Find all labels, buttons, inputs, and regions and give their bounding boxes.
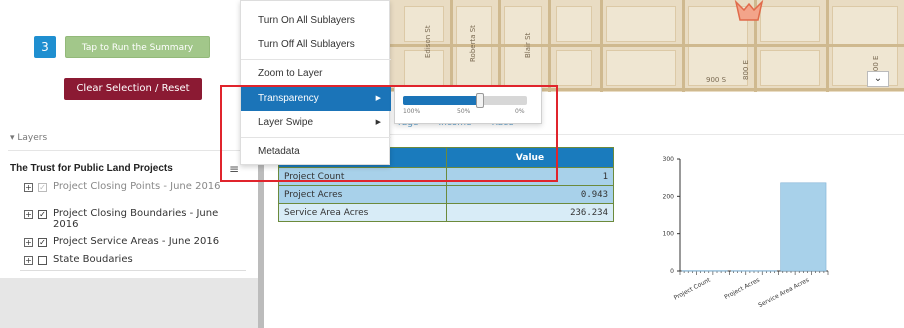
layer-label: Project Service Areas - June 2016 — [53, 236, 220, 247]
summary-bar-chart: 0 100 200 300 Project Count Project AcresServ… — [663, 156, 829, 310]
left-panel-footer — [0, 278, 258, 328]
row-label: Project Acres — [278, 185, 447, 204]
map-block — [606, 50, 676, 86]
menu-item-turn-off-sublayers[interactable]: Turn Off All Sublayers — [241, 33, 391, 57]
bar — [681, 270, 728, 272]
map-block — [760, 50, 820, 86]
category-label: Project Count — [673, 276, 712, 301]
layer-group-title: The Trust for Public Land Projects — [10, 163, 173, 174]
map-block — [556, 6, 592, 42]
bar — [780, 182, 827, 272]
layer-checkbox[interactable]: ✓ — [38, 238, 47, 247]
menu-item-turn-on-sublayers[interactable]: Turn On All Sublayers — [241, 9, 391, 33]
map-block — [760, 6, 820, 42]
map-block — [606, 6, 676, 42]
layer-label: Project Closing Points - June 2016 — [53, 181, 221, 192]
layer-label: State Boudaries — [53, 254, 133, 265]
layers-section-header[interactable]: ▾ Layers — [10, 133, 47, 143]
expand-icon[interactable]: + — [24, 238, 33, 247]
menu-divider — [241, 59, 391, 60]
menu-item-zoom-to-layer[interactable]: Zoom to Layer — [241, 62, 391, 86]
y-tick-label: 300 — [663, 156, 675, 163]
expand-icon[interactable]: + — [24, 183, 33, 192]
layer-item-service-areas[interactable]: + ✓ Project Service Areas - June 2016 — [24, 236, 219, 247]
y-tick-label: 200 — [663, 193, 675, 200]
street-label: Edison St — [424, 25, 432, 58]
caret-down-icon: ▾ — [10, 133, 15, 143]
layer-item-closing-points[interactable]: + ✓ Project Closing Points - June 2016 — [24, 181, 223, 192]
map-block — [556, 50, 592, 86]
table-row: Project Acres 0.943 — [278, 185, 614, 204]
table-row: Service Area Acres 236.234 — [278, 203, 614, 222]
row-label: Service Area Acres — [278, 203, 447, 222]
category-label: Service Area Acres — [757, 277, 810, 310]
layer-checkbox[interactable]: ✓ — [38, 210, 47, 219]
divider — [20, 270, 246, 271]
row-value: 236.234 — [446, 203, 614, 222]
map-marker-icon[interactable] — [734, 0, 764, 22]
street-label: 800 E — [742, 59, 750, 80]
highlight-annotation — [220, 85, 558, 182]
bar — [731, 270, 777, 272]
run-summary-button[interactable]: Tap to Run the Summary — [65, 36, 210, 58]
layer-item-state-boundaries[interactable]: + State Boudaries — [24, 254, 133, 265]
divider — [8, 150, 248, 151]
layer-item-closing-boundaries[interactable]: + ✓ Project Closing Boundaries - June 20… — [24, 208, 243, 230]
expand-icon[interactable]: + — [24, 210, 33, 219]
category-label: Project Acres — [723, 277, 761, 301]
layer-label: Project Closing Boundaries - June 2016 — [53, 208, 219, 230]
chevron-down-icon[interactable]: ⌄ — [867, 71, 889, 87]
y-tick-label: 100 — [663, 231, 675, 238]
layer-checkbox[interactable] — [38, 256, 47, 265]
menu-item-label: Turn On All Sublayers — [258, 15, 355, 26]
menu-item-label: Zoom to Layer — [258, 68, 323, 79]
expand-icon[interactable]: + — [24, 256, 33, 265]
row-value: 0.943 — [446, 185, 614, 204]
menu-item-label: Turn Off All Sublayers — [258, 39, 355, 50]
step-number-badge: 3 — [34, 36, 56, 58]
street-label: 900 S — [706, 76, 727, 84]
layer-checkbox[interactable]: ✓ — [38, 183, 47, 192]
street-label: Roberta St — [469, 25, 477, 62]
street-label: Blair St — [524, 32, 532, 58]
layers-header-label: Layers — [17, 133, 48, 143]
clear-reset-button[interactable]: Clear Selection / Reset — [64, 78, 202, 100]
y-tick-label: 0 — [670, 268, 674, 275]
